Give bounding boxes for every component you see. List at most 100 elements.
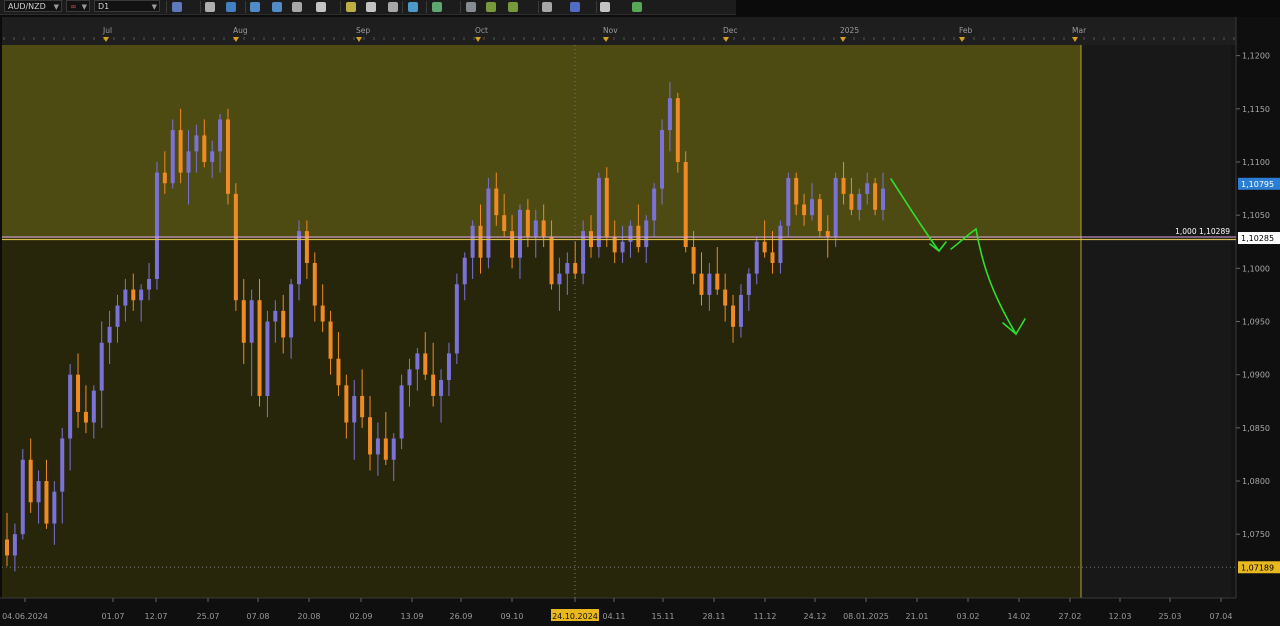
- candle-body: [241, 300, 246, 343]
- date-label: 24.10.2024: [552, 612, 598, 621]
- candle-body: [265, 321, 270, 396]
- month-label: Mar: [1072, 26, 1087, 35]
- price-chart[interactable]: Jul Aug Sep Oct Nov Dec 2025 Feb Mar 1,1200 1,1150…: [0, 0, 1280, 626]
- candle-body: [612, 236, 617, 253]
- candle-body: [68, 374, 73, 439]
- candle-body: [368, 417, 373, 455]
- date-label: 25.07: [197, 612, 220, 621]
- price-tick-label: 1,1100: [1242, 158, 1270, 167]
- candle-body: [407, 369, 412, 386]
- candle-body: [225, 119, 230, 194]
- candle-body: [849, 193, 854, 210]
- candle-body: [770, 252, 775, 264]
- candle-body: [415, 353, 420, 370]
- month-label: Aug: [233, 26, 248, 35]
- candle-body: [841, 177, 846, 194]
- candle-body: [249, 300, 254, 343]
- candle-body: [557, 273, 562, 285]
- candle-body: [194, 135, 199, 152]
- candle-body: [375, 438, 380, 455]
- candle-body: [344, 385, 349, 423]
- candle-body: [44, 481, 49, 524]
- month-label: Nov: [603, 26, 618, 35]
- candle-body: [5, 539, 9, 556]
- candle-body: [644, 220, 649, 248]
- candle-body: [675, 98, 680, 162]
- month-label: Feb: [959, 26, 973, 35]
- candle-body: [320, 305, 325, 322]
- candle-body: [510, 231, 515, 258]
- date-label: 27.02: [1059, 612, 1082, 621]
- candle-body: [257, 300, 262, 396]
- candle-body: [202, 135, 207, 162]
- candle-body: [336, 358, 341, 386]
- candle-body: [738, 294, 743, 327]
- price-tick-label: 1,1050: [1242, 211, 1270, 220]
- date-label: 26.09: [450, 612, 473, 621]
- candle-body: [454, 284, 459, 354]
- candle-body: [99, 342, 104, 391]
- candle-body: [431, 374, 436, 396]
- candle-body: [352, 395, 357, 423]
- candle-body: [439, 379, 444, 396]
- price-tick-label: 1,0850: [1242, 424, 1270, 433]
- low-price-label: 1,07189: [1241, 563, 1274, 572]
- price-tick-label: 1,0750: [1242, 530, 1270, 539]
- candle-body: [186, 151, 191, 173]
- month-label: 2025: [840, 26, 859, 35]
- price-tick-label: 1,0900: [1242, 371, 1270, 380]
- date-label: 02.09: [350, 612, 373, 621]
- candle-body: [383, 438, 388, 460]
- date-label: 11.12: [754, 612, 777, 621]
- candle-body: [683, 161, 688, 248]
- candle-body: [494, 188, 499, 216]
- candle-body: [565, 263, 570, 274]
- candle-body: [210, 151, 215, 162]
- upper-zone: [2, 45, 1081, 239]
- month-axis-strip: [2, 17, 1236, 45]
- date-label: 20.08: [298, 612, 321, 621]
- candle-body: [786, 177, 791, 226]
- candle-body: [115, 305, 120, 327]
- candle-body: [541, 220, 546, 237]
- candle-body: [762, 241, 767, 253]
- month-label: Sep: [356, 26, 370, 35]
- candle-body: [873, 183, 878, 210]
- candle-body: [525, 209, 530, 237]
- candle-body: [604, 177, 609, 237]
- candle-body: [833, 177, 838, 237]
- candle-body: [12, 534, 17, 556]
- candle-body: [660, 130, 665, 189]
- candle-body: [533, 220, 538, 237]
- date-label: 25.03: [1159, 612, 1182, 621]
- candle-body: [486, 188, 491, 258]
- candle-body: [107, 326, 112, 343]
- candle-body: [147, 278, 152, 290]
- candle-body: [328, 321, 333, 359]
- candle-body: [723, 289, 728, 306]
- candle-body: [715, 273, 720, 290]
- candle-body: [52, 491, 57, 524]
- candle-body: [76, 374, 81, 412]
- price-tick-label: 1,1150: [1242, 105, 1270, 114]
- date-label: 07.04: [1210, 612, 1233, 621]
- candle-body: [60, 438, 65, 492]
- candle-body: [794, 177, 799, 205]
- date-label: 08.01.2025: [843, 612, 889, 621]
- candle-body: [549, 236, 554, 285]
- candle-body: [446, 353, 451, 380]
- candle-body: [865, 183, 870, 194]
- candle-body: [360, 395, 365, 418]
- date-label: 04.11: [603, 612, 626, 621]
- date-label: 14.02: [1008, 612, 1031, 621]
- lower-zone: [2, 238, 1081, 599]
- date-label: 28.11: [703, 612, 726, 621]
- date-label: 12.07: [145, 612, 168, 621]
- candle-body: [83, 411, 88, 423]
- candle-body: [517, 209, 522, 258]
- candle-body: [778, 225, 783, 264]
- candle-body: [825, 231, 830, 237]
- candle-body: [281, 310, 286, 338]
- date-label: 03.02: [957, 612, 980, 621]
- date-label: 09.10: [501, 612, 524, 621]
